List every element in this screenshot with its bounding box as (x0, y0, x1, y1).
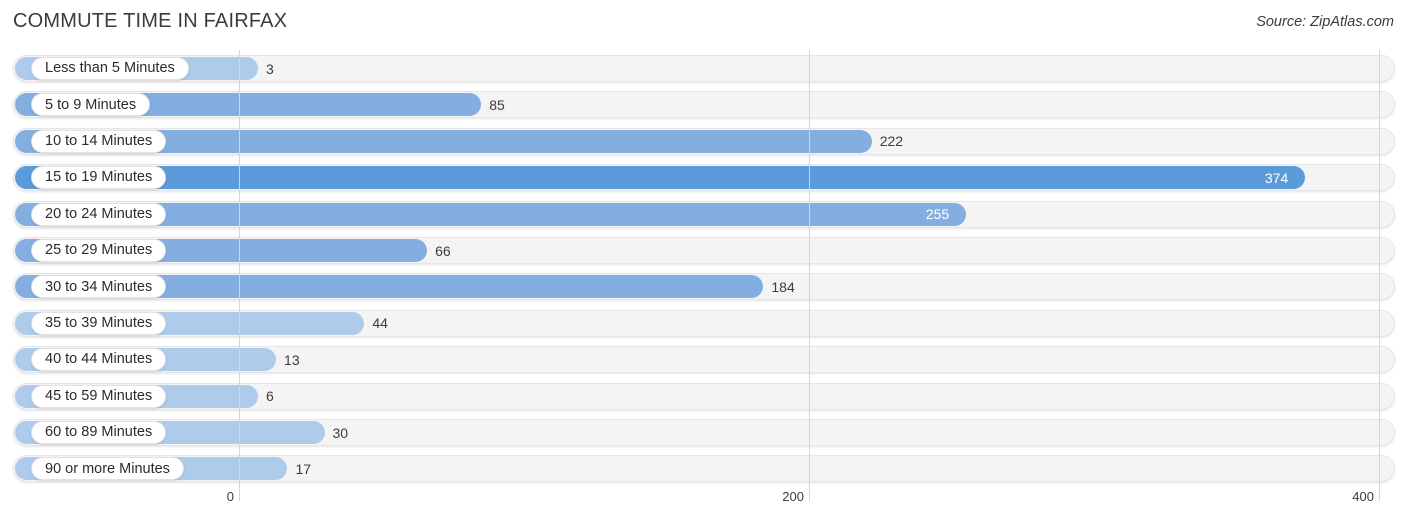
bar-row[interactable]: 90 or more Minutes 17 (13, 455, 1395, 483)
category-label: 20 to 24 Minutes (45, 205, 153, 222)
bar-value-label: 374 (1264, 169, 1289, 186)
category-label-pill: Less than 5 Minutes (31, 57, 189, 80)
category-label: Less than 5 Minutes (45, 60, 175, 77)
bar-row[interactable]: 30 to 34 Minutes 184 (13, 273, 1395, 301)
bar-value-label: 222 (879, 133, 904, 150)
category-label-pill: 10 to 14 Minutes (31, 129, 167, 153)
category-label-pill: 30 to 34 Minutes (31, 275, 167, 299)
bar-value-label: 66 (435, 242, 451, 259)
category-label-pill: 35 to 39 Minutes (31, 311, 167, 335)
bar-value-label: 184 (771, 278, 795, 295)
axis-tick-mark (809, 487, 810, 501)
category-label: 15 to 19 Minutes (45, 169, 153, 186)
category-label-pill: 25 to 29 Minutes (31, 239, 167, 262)
x-axis-tick-label: 200 (782, 489, 804, 504)
category-label-pill: 40 to 44 Minutes (31, 348, 167, 372)
bar[interactable] (15, 166, 1305, 190)
bar-value-label: 13 (284, 351, 300, 368)
page-title: COMMUTE TIME IN FAIRFAX (13, 10, 288, 32)
source-attribution: Source: ZipAtlas.com (1256, 14, 1394, 30)
bar-value-label: 3 (266, 60, 274, 77)
bar-row[interactable]: 35 to 39 Minutes 44 (13, 309, 1395, 337)
category-label-pill: 20 to 24 Minutes (31, 202, 167, 226)
bar-value-label: 255 (925, 206, 950, 223)
bar-row[interactable]: 20 to 24 Minutes 255 (13, 200, 1395, 228)
bar-row[interactable]: 40 to 44 Minutes 13 (13, 346, 1395, 374)
category-label: 35 to 39 Minutes (45, 315, 153, 332)
plot-area: Less than 5 Minutes 3 5 to 9 Minutes 85 10 t… (0, 50, 1406, 487)
bar-row[interactable]: 25 to 29 Minutes 66 (13, 237, 1395, 264)
category-label: 30 to 34 Minutes (45, 278, 153, 295)
x-axis: 0 200 400 (0, 487, 1406, 523)
category-label-pill: 45 to 59 Minutes (31, 384, 167, 408)
category-label: 40 to 44 Minutes (45, 351, 153, 368)
bar-row[interactable]: 10 to 14 Minutes 222 (13, 127, 1395, 155)
bar-value-label: 30 (332, 424, 349, 441)
category-label: 5 to 9 Minutes (45, 96, 137, 113)
bar-value-label: 85 (489, 96, 505, 113)
category-label: 90 or more Minutes (45, 460, 170, 477)
category-label-pill: 90 or more Minutes (31, 457, 184, 481)
category-label: 25 to 29 Minutes (45, 242, 153, 259)
axis-tick-mark (1379, 487, 1380, 501)
category-label-pill: 15 to 19 Minutes (31, 166, 167, 190)
bar-rows: Less than 5 Minutes 3 5 to 9 Minutes 85 10 t… (0, 50, 1406, 487)
chart-container: COMMUTE TIME IN FAIRFAX Source: ZipAtlas… (0, 0, 1406, 523)
category-label-pill: 5 to 9 Minutes (31, 93, 151, 117)
axis-tick-mark (239, 487, 240, 501)
bar-row[interactable]: Less than 5 Minutes 3 (13, 55, 1395, 82)
category-label: 10 to 14 Minutes (45, 133, 153, 150)
x-axis-tick-label: 400 (1352, 489, 1374, 504)
bar-row[interactable]: 15 to 19 Minutes 374 (13, 164, 1395, 192)
bar-row[interactable]: 60 to 89 Minutes 30 (13, 419, 1395, 446)
category-label: 45 to 59 Minutes (45, 387, 153, 404)
x-axis-tick-label: 0 (226, 489, 234, 504)
bar-row[interactable]: 5 to 9 Minutes 85 (13, 91, 1395, 119)
bar-value-label: 6 (266, 388, 274, 405)
bar-row[interactable]: 45 to 59 Minutes 6 (13, 382, 1395, 410)
category-label: 60 to 89 Minutes (45, 424, 153, 441)
category-label-pill: 60 to 89 Minutes (31, 421, 167, 444)
bar-value-label: 17 (295, 460, 312, 477)
bar-value-label: 44 (372, 315, 388, 332)
